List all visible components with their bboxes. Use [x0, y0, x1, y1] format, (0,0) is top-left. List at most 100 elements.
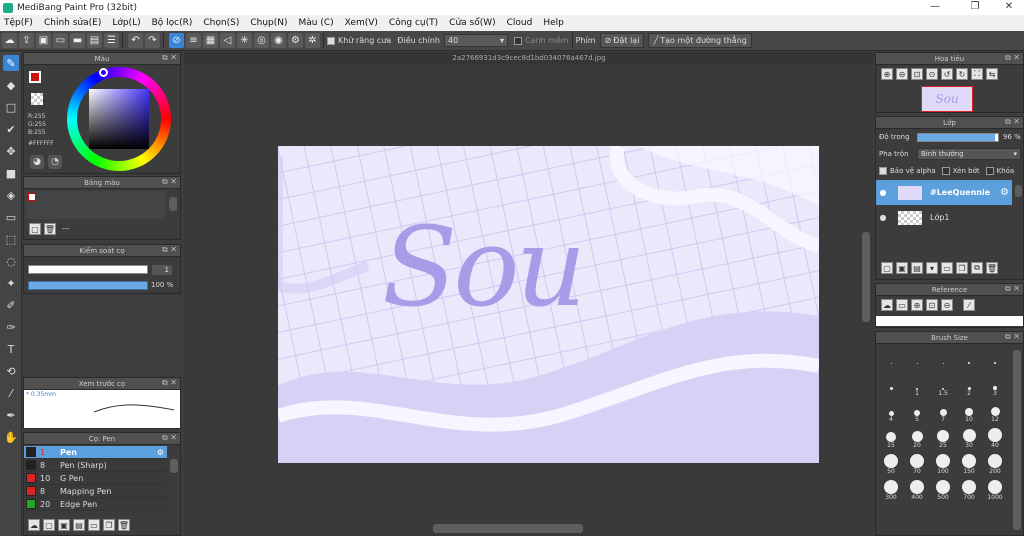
redo-icon[interactable]: ↷: [145, 33, 160, 48]
hand-tool-icon[interactable]: ✋: [3, 429, 19, 445]
zoom-out-icon[interactable]: ⊖: [941, 299, 953, 311]
fit-icon[interactable]: ⊡: [926, 299, 938, 311]
brush-size-option[interactable]: 70: [905, 451, 929, 475]
palette-scrollbar[interactable]: [169, 197, 177, 211]
circle-snap-icon[interactable]: ◎: [254, 33, 269, 48]
upload-icon[interactable]: ⇪: [19, 33, 34, 48]
menu-filter[interactable]: Bộ lọc(R): [152, 18, 193, 28]
brush-size-option[interactable]: [957, 347, 981, 371]
brush-size-option[interactable]: 1: [905, 373, 929, 397]
snap-off-icon[interactable]: ⊘: [169, 33, 184, 48]
document-tab[interactable]: 2a2766931d3c9cec8d1bd034076a467d.jpg: [184, 52, 874, 64]
magic-wand-icon[interactable]: ✦: [3, 275, 19, 291]
close-icon[interactable]: ⧉ ✕: [162, 53, 177, 63]
layer-row[interactable]: ● Lớp1: [876, 205, 1012, 230]
eraser-tool-icon[interactable]: ◆: [3, 77, 19, 93]
select-pen-icon[interactable]: ✐: [3, 297, 19, 313]
artwork-canvas[interactable]: Sou: [278, 146, 819, 463]
layers-scrollbar[interactable]: [1015, 185, 1022, 197]
edge-checkbox[interactable]: Cạnh mềm: [513, 36, 569, 45]
brush-size-option[interactable]: [905, 347, 929, 371]
curve-snap-icon[interactable]: ◉: [271, 33, 286, 48]
delete-brush-icon[interactable]: 🗑: [118, 519, 130, 531]
rect-tool-icon[interactable]: □: [3, 99, 19, 115]
brush-size-scrollbar[interactable]: [1013, 350, 1021, 530]
close-icon[interactable]: ⧉ ✕: [162, 433, 177, 443]
gear-icon[interactable]: ⚙: [157, 448, 164, 457]
brush-item-pen[interactable]: 1 Pen ⚙: [24, 446, 167, 459]
brush-item-pen-sharp[interactable]: 8 Pen (Sharp): [24, 459, 167, 472]
eyedropper-icon[interactable]: ⁄: [3, 385, 19, 401]
brush-size-option[interactable]: 200: [983, 451, 1007, 475]
hue-ring[interactable]: [67, 67, 171, 171]
pen-tool-icon[interactable]: ✒: [3, 407, 19, 423]
visibility-icon[interactable]: ●: [876, 188, 890, 197]
close-icon[interactable]: ⧉ ✕: [1005, 284, 1020, 294]
canvas-vertical-scrollbar[interactable]: [862, 232, 870, 322]
reference-view[interactable]: [876, 316, 1023, 326]
add-palette-icon[interactable]: ▢: [29, 223, 41, 235]
new-layer-icon[interactable]: ▢: [881, 262, 893, 274]
lasso-tool-icon[interactable]: ◌: [3, 253, 19, 269]
fit-icon[interactable]: ⊡: [911, 68, 923, 80]
brush-size-option[interactable]: 1.5: [931, 373, 955, 397]
brush-size-option[interactable]: 10: [957, 399, 981, 423]
close-icon[interactable]: ✕: [994, 0, 1024, 15]
menu-view[interactable]: Xem(V): [345, 18, 378, 28]
navigator-preview[interactable]: Sou: [921, 86, 973, 112]
select-eraser-icon[interactable]: ✑: [3, 319, 19, 335]
fullscreen-icon[interactable]: ⛶: [971, 68, 983, 80]
close-icon[interactable]: ⧉ ✕: [162, 245, 177, 255]
duplicate-layer-icon[interactable]: ❐: [956, 262, 968, 274]
cloud-icon[interactable]: ☁: [2, 33, 17, 48]
folder-icon[interactable]: ▭: [88, 519, 100, 531]
brush-size-option[interactable]: [879, 373, 903, 397]
menu-cloud[interactable]: Cloud: [507, 18, 533, 28]
menu-help[interactable]: Help: [543, 18, 564, 28]
brush-item-mapping-pen[interactable]: 8 Mapping Pen: [24, 485, 167, 498]
parallel-snap-icon[interactable]: ≡: [186, 33, 201, 48]
radial-snap-icon[interactable]: ✳: [237, 33, 252, 48]
lock-checkbox[interactable]: Khóa: [985, 167, 1014, 175]
clipping-checkbox[interactable]: Xén bớt: [941, 167, 980, 175]
flip-icon[interactable]: ⇆: [986, 68, 998, 80]
brush-size-option[interactable]: [983, 347, 1007, 371]
new-8bit-layer-icon[interactable]: ▤: [911, 262, 923, 274]
open-reference-icon[interactable]: ▭: [896, 299, 908, 311]
delete-palette-icon[interactable]: 🗑: [44, 223, 56, 235]
brush-size-option[interactable]: 5: [905, 399, 929, 423]
text-tool-icon[interactable]: T: [3, 341, 19, 357]
menu-layer[interactable]: Lớp(L): [112, 18, 140, 28]
check-tool-icon[interactable]: ✔: [3, 121, 19, 137]
brush-size-option[interactable]: 25: [931, 425, 955, 449]
brush-item-g-pen[interactable]: 10 G Pen: [24, 472, 167, 485]
menu-tools[interactable]: Công cụ(T): [389, 18, 438, 28]
copy-brush-icon[interactable]: ▤: [73, 519, 85, 531]
new-brush-icon[interactable]: ▢: [43, 519, 55, 531]
comment-icon[interactable]: ▭: [53, 33, 68, 48]
save-icon[interactable]: ▣: [36, 33, 51, 48]
select-tool-icon[interactable]: ⬚: [3, 231, 19, 247]
undo-icon[interactable]: ↶: [128, 33, 143, 48]
vanish-snap-icon[interactable]: ◁: [220, 33, 235, 48]
merge-layer-icon[interactable]: ⧉: [971, 262, 983, 274]
eyedropper-icon[interactable]: ⁄: [963, 299, 975, 311]
visibility-icon[interactable]: ●: [876, 213, 890, 222]
color-picker-icon[interactable]: ◔: [48, 155, 62, 169]
list-icon[interactable]: ☰: [104, 33, 119, 48]
reset-button[interactable]: ⊘ Đặt lại: [599, 33, 645, 48]
saturation-square[interactable]: [89, 89, 149, 149]
adjust-select[interactable]: 40 ▾: [443, 34, 508, 47]
brush-size-option[interactable]: [879, 347, 903, 371]
grid-snap-icon[interactable]: ▦: [203, 33, 218, 48]
primary-color-swatch[interactable]: [29, 71, 41, 83]
brush-list-scrollbar[interactable]: [170, 459, 178, 473]
gradient-tool-icon[interactable]: ▭: [3, 209, 19, 225]
menu-color[interactable]: Màu (C): [299, 18, 334, 28]
move-tool-icon[interactable]: ✥: [3, 143, 19, 159]
brush-size-option[interactable]: [931, 347, 955, 371]
brush-size-option[interactable]: 1000: [983, 477, 1007, 501]
brush-size-slider[interactable]: [28, 265, 148, 274]
brush-size-option[interactable]: 300: [879, 477, 903, 501]
divide-tool-icon[interactable]: ⟲: [3, 363, 19, 379]
